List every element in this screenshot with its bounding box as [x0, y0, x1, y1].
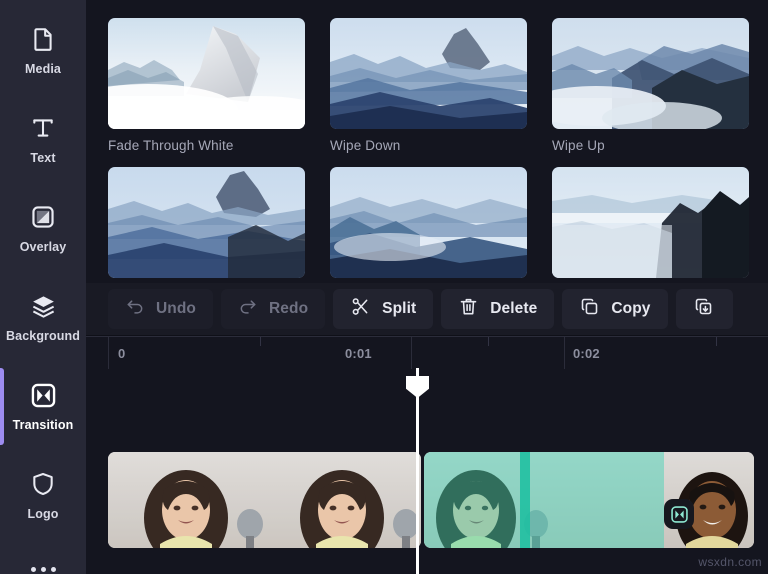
- transition-icon: [29, 381, 57, 409]
- transition-thumbnail-fade-through-white[interactable]: [108, 18, 305, 129]
- ruler-label-2: 0:02: [573, 346, 600, 361]
- transition-tile-label: Wipe Down: [330, 138, 401, 153]
- ruler-tick: [108, 337, 109, 369]
- sidebar-item-text[interactable]: Text: [0, 95, 86, 184]
- ellipsis-icon: [30, 566, 36, 572]
- ruler-label-1: 0:01: [345, 346, 372, 361]
- watermark: wsxdn.com: [698, 555, 762, 569]
- sidebar-more-button[interactable]: [0, 540, 86, 574]
- transition-thumbnail-row2-a[interactable]: [108, 167, 305, 278]
- split-label: Split: [382, 300, 417, 317]
- ruler-label-0: 0: [118, 346, 126, 361]
- sidebar-item-overlay[interactable]: Overlay: [0, 184, 86, 273]
- transition-tile[interactable]: Wipe Up: [552, 18, 749, 153]
- playhead-handle[interactable]: [406, 376, 429, 398]
- redo-label: Redo: [269, 300, 309, 317]
- editor-toolbar: Undo Redo Split Delete Copy: [86, 283, 768, 336]
- shield-icon: [29, 470, 57, 498]
- transition-thumbnail-row2-c[interactable]: [552, 167, 749, 278]
- transition-thumbnail-wipe-down[interactable]: [330, 18, 527, 129]
- copy-button[interactable]: Copy: [562, 289, 668, 329]
- video-editor-window: Media Text Overlay Background Transition…: [0, 0, 768, 574]
- ruler-tick: [488, 337, 489, 346]
- sidebar-item-label: Media: [25, 62, 61, 76]
- sidebar-item-label: Logo: [27, 507, 59, 521]
- timeline-transition-marker[interactable]: [664, 499, 694, 529]
- delete-button[interactable]: Delete: [441, 289, 555, 329]
- transition-icon: [670, 505, 688, 523]
- transition-tile[interactable]: [330, 167, 527, 283]
- undo-button[interactable]: Undo: [108, 289, 213, 329]
- transition-tile[interactable]: Wipe Down: [330, 18, 527, 153]
- transitions-grid: Fade Through White Wipe Down Wipe Up: [108, 18, 768, 283]
- ruler-tick: [411, 337, 412, 369]
- sidebar-item-label: Transition: [12, 418, 74, 432]
- text-t-icon: [29, 114, 57, 142]
- trash-icon: [458, 296, 479, 322]
- redo-arrow-icon: [238, 297, 258, 322]
- transition-thumbnail-row2-b[interactable]: [330, 167, 527, 278]
- timeline-ruler[interactable]: 0 0:01 0:02: [86, 336, 768, 369]
- sidebar-item-label: Background: [6, 329, 80, 343]
- ruler-tick: [716, 337, 717, 346]
- copy-icon: [579, 296, 600, 322]
- delete-label: Delete: [490, 300, 538, 317]
- ruler-tick: [564, 337, 565, 369]
- overlay-square-icon: [29, 203, 57, 231]
- sidebar-item-transition[interactable]: Transition: [0, 362, 86, 451]
- copy-label: Copy: [611, 300, 651, 317]
- timeline-track-area[interactable]: [86, 368, 768, 574]
- duplicate-download-icon: [693, 296, 714, 322]
- layers-stack-icon: [29, 292, 57, 320]
- transition-tile[interactable]: Fade Through White: [108, 18, 305, 153]
- redo-button[interactable]: Redo: [221, 289, 326, 329]
- timeline[interactable]: 0 0:01 0:02: [86, 336, 768, 574]
- timeline-clip-woman[interactable]: [108, 452, 421, 548]
- transition-tile[interactable]: [552, 167, 749, 283]
- sidebar-item-logo[interactable]: Logo: [0, 451, 86, 540]
- main-content: Fade Through White Wipe Down Wipe Up Und…: [86, 0, 768, 574]
- timeline-clip-transition-region[interactable]: [424, 452, 754, 548]
- transition-thumbnail-wipe-up[interactable]: [552, 18, 749, 129]
- ellipsis-icon: [50, 566, 56, 572]
- media-file-icon: [29, 25, 57, 53]
- transition-tile[interactable]: [108, 167, 305, 283]
- undo-label: Undo: [156, 300, 196, 317]
- sidebar-item-label: Text: [30, 151, 56, 165]
- duplicate-download-button[interactable]: [675, 289, 733, 329]
- ruler-tick: [260, 337, 261, 346]
- scissors-icon: [350, 296, 371, 322]
- split-button[interactable]: Split: [333, 289, 434, 329]
- sidebar-item-background[interactable]: Background: [0, 273, 86, 362]
- transition-tile-label: Wipe Up: [552, 138, 605, 153]
- transitions-gallery: Fade Through White Wipe Down Wipe Up: [86, 0, 768, 283]
- undo-arrow-icon: [125, 297, 145, 322]
- sidebar-item-media[interactable]: Media: [0, 6, 86, 95]
- ellipsis-icon: [40, 566, 46, 572]
- sidebar-item-label: Overlay: [19, 240, 67, 254]
- transition-tile-label: Fade Through White: [108, 138, 234, 153]
- left-sidebar: Media Text Overlay Background Transition…: [0, 0, 86, 574]
